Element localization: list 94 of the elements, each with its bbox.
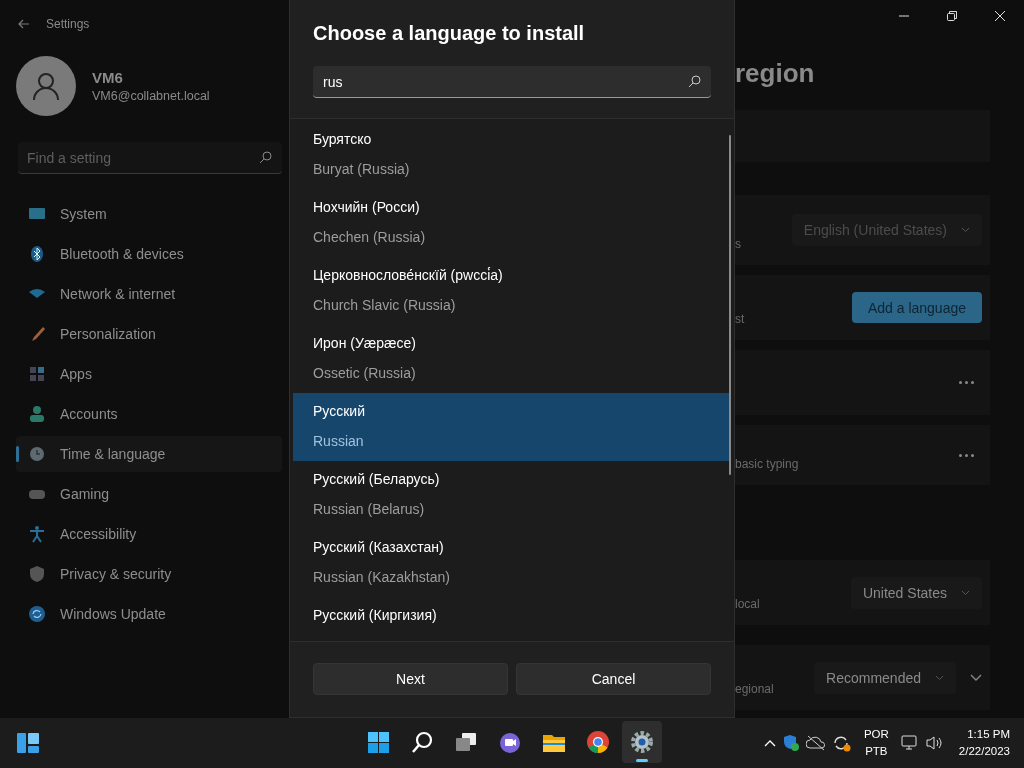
volume-icon[interactable] [924, 735, 943, 751]
english-name: Ossetic (Russia) [313, 365, 417, 381]
nav-item[interactable]: Personalization [16, 316, 282, 352]
nav-label: Gaming [60, 486, 110, 502]
task-view-icon [454, 730, 478, 754]
english-name: Russian (Belarus) [313, 501, 426, 517]
nav-label: Privacy & security [60, 566, 172, 582]
nav-label: Accounts [60, 406, 118, 422]
nav-item[interactable]: Accounts [16, 396, 282, 432]
nav-item[interactable]: System [16, 196, 282, 232]
english-name: Church Slavic (Russia) [313, 297, 457, 313]
app-title: Settings [46, 17, 90, 31]
dialog-title: Choose a language to install [312, 21, 586, 46]
language-item[interactable]: Церковнослове́нскїй (рwссі́а) Church Slavic (Russia) [293, 257, 730, 325]
back-arrow-icon[interactable] [18, 18, 30, 30]
apps-icon [28, 365, 46, 383]
language-item[interactable]: Русский (Беларусь) Russian (Belarus) [293, 461, 730, 529]
nav-label: Personalization [60, 326, 156, 342]
taskbar-app[interactable] [622, 721, 662, 763]
row-label: egional [735, 682, 774, 696]
native-name: Русский (Беларусь) [313, 471, 441, 487]
windows-logo-icon [366, 730, 390, 754]
nav-label: Network & internet [60, 286, 176, 302]
language-item[interactable]: Русский (Киргизия) [293, 597, 730, 641]
gear-icon [630, 730, 654, 754]
row-label: basic typing [735, 457, 799, 471]
chat-icon [498, 730, 522, 754]
shield-icon[interactable] [781, 734, 800, 752]
nav-label: Windows Update [60, 606, 166, 622]
close-icon [995, 11, 1005, 21]
nav-item[interactable]: Bluetooth & devices [16, 236, 282, 272]
nav-label: Time & language [60, 446, 166, 462]
dropdown[interactable]: Recommended [814, 661, 956, 694]
language-search-field[interactable]: rus [313, 66, 711, 98]
person-icon [28, 405, 46, 423]
cloud-icon[interactable] [805, 735, 826, 751]
english-name: Buryat (Russia) [313, 161, 411, 177]
widgets-icon[interactable] [16, 732, 40, 754]
scrollbar[interactable] [729, 135, 731, 475]
shield-icon [28, 565, 46, 583]
dropdown[interactable]: United States [850, 576, 982, 609]
row-label: local [735, 597, 760, 611]
update-icon [28, 605, 46, 623]
page-title: region [735, 58, 816, 90]
chevron-up-icon[interactable] [763, 739, 776, 747]
language-item[interactable]: Бурятско Buryat (Russia) [293, 121, 730, 189]
search-icon [688, 75, 701, 88]
native-name: Нохчийн (Росси) [313, 199, 421, 215]
browser-icon [586, 730, 610, 754]
cancel-button[interactable]: Cancel [516, 663, 711, 695]
english-name: Chechen (Russia) [313, 229, 427, 245]
nav-label: System [60, 206, 107, 222]
nav-item[interactable]: Gaming [16, 476, 282, 512]
english-name: Russian [313, 433, 365, 449]
nav-item[interactable]: Accessibility [16, 516, 282, 552]
user-name: VM6 [92, 69, 124, 86]
native-name: Русский (Киргизия) [313, 607, 438, 623]
user-email: VM6@collabnet.local [92, 89, 210, 103]
native-name: Ирон (Уæрæсе) [313, 335, 417, 351]
nav-item[interactable]: Windows Update [16, 596, 282, 632]
language-item[interactable]: Ирон (Уæрæсе) Ossetic (Russia) [293, 325, 730, 393]
chevron-down-icon [961, 227, 970, 233]
accessibility-icon [28, 525, 46, 543]
input-language-indicator[interactable]: POR PTB [863, 726, 889, 760]
nav-label: Accessibility [60, 526, 137, 542]
search-icon [410, 730, 434, 754]
language-item[interactable]: Нохчийн (Росси) Chechen (Russia) [293, 189, 730, 257]
person-icon [31, 71, 61, 101]
nav-item[interactable]: Network & internet [16, 276, 282, 312]
native-name: Русский [313, 403, 366, 419]
native-name: Бурятско [313, 131, 373, 147]
native-name: Церковнослове́нскїй (рwссі́а) [313, 267, 504, 283]
clock[interactable]: 1:15 PM 2/22/2023 [958, 726, 1010, 760]
language-item[interactable]: Русский Russian [293, 393, 730, 461]
sync-icon[interactable] [831, 734, 852, 752]
nav-item[interactable]: Privacy & security [16, 556, 282, 592]
chevron-down-icon [935, 674, 944, 681]
restore-icon [947, 11, 957, 21]
nav-item[interactable]: Apps [16, 356, 282, 392]
chevron-down-icon[interactable] [970, 673, 982, 682]
row-label: st [735, 312, 745, 326]
nav-label: Apps [60, 366, 92, 382]
english-name: Russian (Kazakhstan) [313, 569, 451, 585]
row-label: s [735, 237, 741, 251]
clock-icon [28, 445, 46, 463]
native-name: Русский (Казахстан) [313, 539, 445, 555]
language-item[interactable]: Русский (Казахстан) Russian (Kazakhstan) [293, 529, 730, 597]
search-icon [259, 151, 272, 164]
chevron-down-icon [961, 589, 970, 596]
bluetooth-icon [28, 245, 46, 263]
next-button[interactable]: Next [313, 663, 508, 695]
nav-label: Bluetooth & devices [60, 246, 184, 262]
nav-item[interactable]: Time & language [16, 436, 282, 472]
network-icon[interactable] [900, 735, 919, 751]
